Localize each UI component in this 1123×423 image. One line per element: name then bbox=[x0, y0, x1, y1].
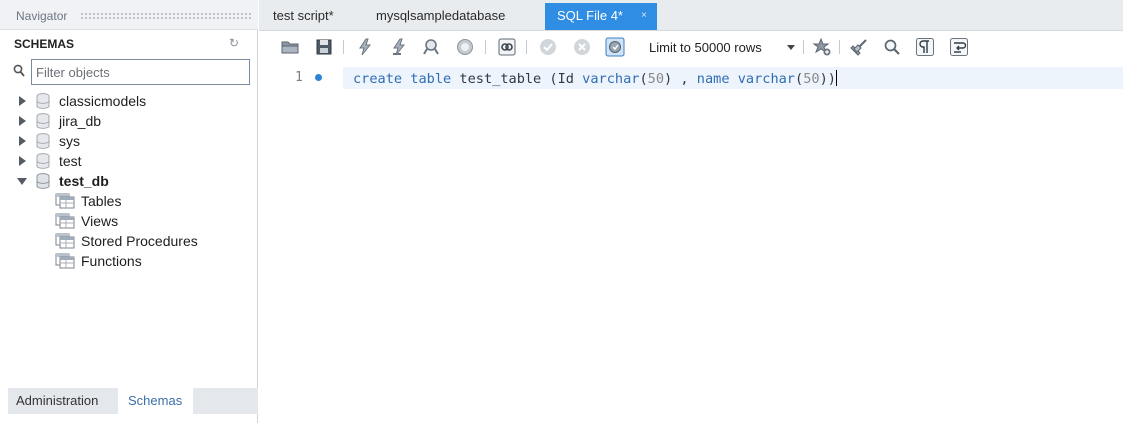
limit-rows-select[interactable]: Limit to 50000 rows bbox=[643, 36, 803, 58]
schema-item-classicmodels[interactable]: classicmodels bbox=[16, 91, 146, 111]
toolbar-separator bbox=[803, 40, 804, 54]
code-token: ( bbox=[795, 71, 804, 87]
tab-label: mysqlsampledatabase bbox=[376, 8, 506, 23]
tab-mysqlsampledatabase[interactable]: mysqlsampledatabase bbox=[364, 3, 534, 30]
beautify-brush-icon[interactable] bbox=[849, 37, 869, 57]
filter-objects-input[interactable] bbox=[31, 59, 250, 85]
toggle-continue-icon[interactable] bbox=[497, 37, 517, 57]
schema-label: jira_db bbox=[59, 113, 102, 129]
text-caret bbox=[835, 70, 837, 86]
code-token: 50 bbox=[803, 71, 820, 87]
execute-lightning-icon[interactable] bbox=[355, 37, 375, 57]
code-token: )) bbox=[819, 71, 836, 87]
panel-grip[interactable] bbox=[80, 12, 252, 19]
tab-test-script[interactable]: test script* bbox=[261, 3, 361, 30]
functions-folder-icon bbox=[55, 253, 75, 269]
procedures-folder-icon bbox=[55, 233, 75, 249]
database-icon bbox=[36, 113, 50, 129]
collapse-arrow-icon[interactable] bbox=[16, 175, 28, 187]
schema-item-jira-db[interactable]: jira_db bbox=[16, 111, 101, 131]
tree-item-stored-procedures[interactable]: Stored Procedures bbox=[55, 231, 198, 251]
toolbar-separator bbox=[839, 40, 840, 54]
open-folder-icon[interactable] bbox=[280, 37, 300, 57]
database-icon bbox=[36, 153, 50, 169]
show-invisible-pilcrow-icon[interactable] bbox=[915, 37, 935, 57]
tab-sql-file-4[interactable]: SQL File 4* × bbox=[545, 3, 657, 30]
refresh-icon[interactable]: ↻ bbox=[227, 36, 241, 50]
schema-item-test[interactable]: test bbox=[16, 151, 82, 171]
expand-arrow-icon[interactable] bbox=[16, 135, 28, 147]
database-icon bbox=[36, 173, 50, 189]
views-folder-icon bbox=[55, 213, 75, 229]
save-icon[interactable] bbox=[314, 37, 334, 57]
tree-item-views[interactable]: Views bbox=[55, 211, 118, 231]
tab-label: SQL File 4* bbox=[557, 8, 623, 23]
schemas-label: SCHEMAS bbox=[14, 37, 75, 51]
expand-arrow-icon[interactable] bbox=[16, 155, 28, 167]
sql-editor-toolbar: Limit to 50000 rows bbox=[259, 32, 1123, 62]
tree-item-label: Functions bbox=[81, 253, 142, 269]
tab-label: test script* bbox=[273, 8, 334, 23]
tab-schemas[interactable]: Schemas bbox=[118, 388, 193, 414]
schema-item-sys[interactable]: sys bbox=[16, 131, 80, 151]
statement-marker-icon bbox=[315, 74, 322, 81]
explain-magnifier-icon[interactable] bbox=[421, 37, 441, 57]
line-number: 1 bbox=[295, 70, 303, 85]
schema-label: test bbox=[59, 153, 82, 169]
toolbar-separator bbox=[485, 40, 486, 54]
word-wrap-icon[interactable] bbox=[949, 37, 969, 57]
rollback-x-icon[interactable] bbox=[572, 37, 592, 57]
expand-arrow-icon[interactable] bbox=[16, 115, 28, 127]
tables-folder-icon bbox=[55, 193, 75, 209]
toolbar-separator bbox=[343, 40, 344, 54]
database-icon bbox=[36, 93, 50, 109]
code-token: ) , bbox=[664, 71, 697, 87]
tree-item-functions[interactable]: Functions bbox=[55, 251, 142, 271]
sql-editor[interactable]: 1 create table test_table (Id varchar(50… bbox=[259, 64, 1123, 423]
tree-item-tables[interactable]: Tables bbox=[55, 191, 121, 211]
schema-label: test_db bbox=[59, 173, 109, 189]
toolbar-separator bbox=[526, 40, 527, 54]
code-token: test_table (Id bbox=[451, 71, 583, 87]
tree-item-label: Views bbox=[81, 213, 119, 229]
search-icon bbox=[13, 64, 25, 77]
commit-check-icon[interactable] bbox=[538, 37, 558, 57]
limit-rows-value: Limit to 50000 rows bbox=[649, 39, 762, 55]
navigator-header: Navigator bbox=[0, 0, 258, 30]
navigator-title: Navigator bbox=[16, 9, 68, 23]
schema-label: sys bbox=[59, 133, 80, 149]
add-snippet-star-icon[interactable] bbox=[812, 37, 832, 57]
chevron-down-icon bbox=[787, 45, 795, 50]
schema-label: classicmodels bbox=[59, 93, 147, 109]
tree-item-label: Stored Procedures bbox=[81, 233, 198, 249]
stop-icon[interactable] bbox=[455, 37, 475, 57]
code-token: create table bbox=[353, 71, 452, 87]
code-token: name varchar bbox=[696, 71, 795, 87]
schema-item-test-db[interactable]: test_db bbox=[16, 171, 109, 191]
close-icon[interactable]: × bbox=[641, 3, 647, 28]
navigator-panel: Navigator SCHEMAS ↻ classicmodels jira_d… bbox=[0, 0, 258, 423]
code-token: ( bbox=[639, 71, 648, 87]
expand-arrow-icon[interactable] bbox=[16, 95, 28, 107]
execute-current-icon[interactable] bbox=[389, 37, 409, 57]
find-magnifier-icon[interactable] bbox=[882, 37, 902, 57]
autocommit-toggle-icon[interactable] bbox=[605, 37, 625, 57]
navigator-bottom-tabs: Administration Schemas bbox=[8, 388, 258, 414]
code-line-1[interactable]: create table test_table (Id varchar(50) … bbox=[353, 70, 837, 87]
editor-tab-bar: test script* mysqlsampledatabase SQL Fil… bbox=[259, 0, 1123, 31]
code-token: varchar bbox=[582, 71, 640, 87]
tree-item-label: Tables bbox=[81, 193, 122, 209]
database-icon bbox=[36, 133, 50, 149]
tab-administration[interactable]: Administration bbox=[8, 388, 118, 414]
code-token: 50 bbox=[647, 71, 665, 87]
